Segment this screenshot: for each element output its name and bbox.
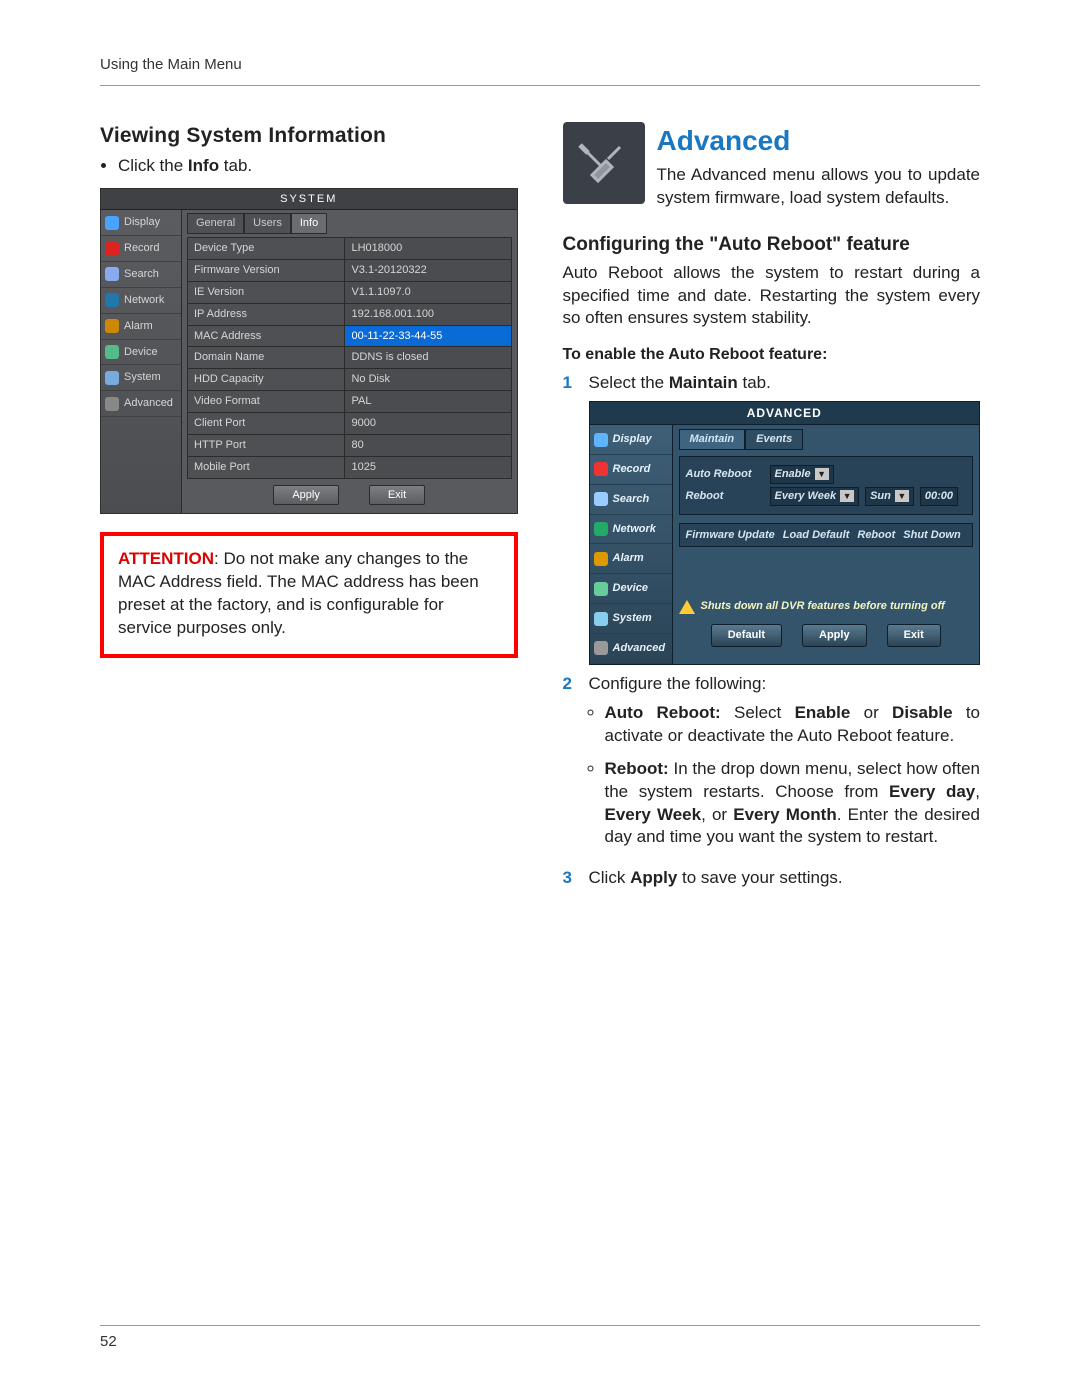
tab-users[interactable]: Users — [244, 213, 291, 234]
sidebar-item[interactable]: Network — [590, 515, 672, 545]
table-row: HDD CapacityNo Disk — [188, 369, 512, 391]
exit-button[interactable]: Exit — [887, 624, 941, 647]
sidebar-item[interactable]: Display — [590, 425, 672, 455]
reboot-freq-dropdown[interactable]: Every Week▼ — [770, 487, 860, 506]
table-row: IE VersionV1.1.1097.0 — [188, 281, 512, 303]
table-row: Mobile Port1025 — [188, 456, 512, 478]
auto-reboot-text: Auto Reboot allows the system to restart… — [563, 262, 981, 331]
sidebar-item[interactable]: Record — [590, 455, 672, 485]
apply-button[interactable]: Apply — [802, 624, 867, 647]
step-number: 2 — [563, 673, 579, 860]
page-number: 52 — [100, 1333, 117, 1350]
chevron-down-icon: ▼ — [815, 468, 829, 480]
sidebar-item[interactable]: Device — [101, 340, 181, 366]
sidebar-item[interactable]: Advanced — [590, 634, 672, 664]
apply-button[interactable]: Apply — [273, 485, 339, 506]
lbl: Search — [124, 267, 159, 282]
reboot-button[interactable]: Reboot — [857, 528, 895, 543]
sidebar-item[interactable]: Search — [101, 262, 181, 288]
sidebar-item[interactable]: System — [101, 365, 181, 391]
tab-info[interactable]: Info — [291, 213, 327, 234]
info-table: Device TypeLH018000 Firmware VersionV3.1… — [187, 237, 512, 478]
system-sidebar: Display Record Search Network Alarm Devi… — [101, 210, 182, 513]
steps-heading: To enable the Auto Reboot feature: — [563, 344, 981, 366]
attention-box: ATTENTION: Do not make any changes to th… — [100, 532, 518, 658]
sidebar-item[interactable]: Network — [101, 288, 181, 314]
table-row: Client Port9000 — [188, 412, 512, 434]
attention-label: ATTENTION — [118, 549, 214, 568]
sidebar-item[interactable]: Device — [590, 574, 672, 604]
advanced-title: ADVANCED — [590, 402, 980, 425]
table-row: Device TypeLH018000 — [188, 238, 512, 260]
sidebar-item[interactable]: Search — [590, 485, 672, 515]
table-row: Firmware VersionV3.1-20120322 — [188, 260, 512, 282]
table-row: Video FormatPAL — [188, 391, 512, 413]
auto-reboot-label: Auto Reboot — [686, 467, 764, 482]
auto-reboot-heading: Configuring the "Auto Reboot" feature — [563, 232, 981, 258]
step-number: 3 — [563, 867, 579, 890]
step2b: Reboot: In the drop down menu, select ho… — [605, 758, 981, 850]
table-row: Domain NameDDNS is closed — [188, 347, 512, 369]
page-footer: 52 — [100, 1325, 980, 1352]
left-heading: Viewing System Information — [100, 122, 518, 150]
lbl: Display — [124, 215, 160, 230]
click-info-line: Click the Info tab. — [118, 155, 518, 178]
advanced-screenshot: ADVANCED Display Record Search Network A… — [589, 401, 981, 665]
exit-button[interactable]: Exit — [369, 485, 425, 506]
lbl: Device — [124, 345, 158, 360]
tab-events[interactable]: Events — [745, 429, 803, 450]
load-default-button[interactable]: Load Default — [783, 528, 850, 543]
sidebar-item[interactable]: Alarm — [590, 544, 672, 574]
step2-text: Configure the following: — [589, 673, 981, 696]
lbl: Alarm — [124, 319, 153, 334]
auto-reboot-dropdown[interactable]: Enable▼ — [770, 465, 834, 484]
system-screenshot: SYSTEM Display Record Search Network Ala… — [100, 188, 518, 515]
sidebar-item[interactable]: System — [590, 604, 672, 634]
firmware-update-button[interactable]: Firmware Update — [686, 528, 775, 543]
advanced-icon — [563, 122, 645, 204]
tab-general[interactable]: General — [187, 213, 244, 234]
step3-text: Click Apply to save your settings. — [589, 867, 981, 890]
default-button[interactable]: Default — [711, 624, 782, 647]
sidebar-item[interactable]: Advanced — [101, 391, 181, 417]
lbl: Network — [124, 293, 164, 308]
running-head: Using the Main Menu — [100, 55, 980, 86]
sidebar-item[interactable]: Display — [101, 210, 181, 236]
sidebar-item[interactable]: Record — [101, 236, 181, 262]
step-number: 1 — [563, 372, 579, 665]
lbl: Record — [124, 241, 159, 256]
reboot-time-input[interactable]: 00:00 — [920, 487, 958, 506]
mac-address-value[interactable]: 00-11-22-33-44-55 — [345, 325, 511, 347]
system-title: SYSTEM — [101, 189, 517, 211]
shutdown-note: Shuts down all DVR features before turni… — [679, 599, 974, 614]
warning-icon — [679, 600, 695, 614]
reboot-label: Reboot — [686, 489, 764, 504]
table-row: HTTP Port80 — [188, 434, 512, 456]
chevron-down-icon: ▼ — [895, 490, 909, 502]
chevron-down-icon: ▼ — [840, 490, 854, 502]
lbl: Advanced — [124, 396, 173, 411]
t: tab. — [219, 156, 252, 175]
reboot-day-dropdown[interactable]: Sun▼ — [865, 487, 914, 506]
table-row: MAC Address00-11-22-33-44-55 — [188, 325, 512, 347]
shutdown-button[interactable]: Shut Down — [903, 528, 960, 543]
info-bold: Info — [188, 156, 219, 175]
sidebar-item[interactable]: Alarm — [101, 314, 181, 340]
t: Click the — [118, 156, 188, 175]
table-row: IP Address192.168.001.100 — [188, 303, 512, 325]
step2a: Auto Reboot: Select Enable or Disable to… — [605, 702, 981, 748]
step1-text: Select the Maintain tab. — [589, 372, 981, 395]
tab-maintain[interactable]: Maintain — [679, 429, 746, 450]
lbl: System — [124, 370, 161, 385]
